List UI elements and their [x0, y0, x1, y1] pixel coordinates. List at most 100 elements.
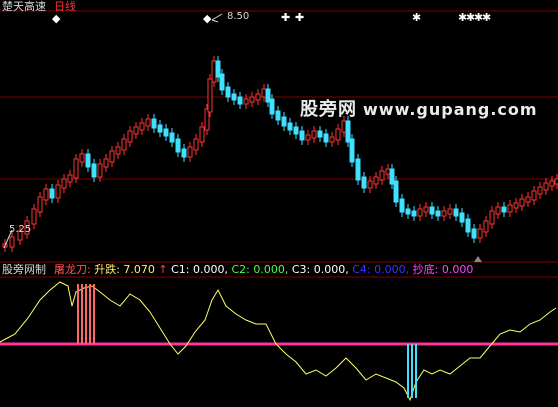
stock-name: 楚天高速: [2, 0, 46, 13]
candle-body: [441, 210, 447, 217]
candle-body: [121, 138, 127, 151]
asterisk-marker-icon: ✱: [482, 11, 492, 24]
candle-body: [477, 228, 483, 239]
candle-body: [379, 170, 385, 181]
candle-body: [249, 96, 255, 103]
candle-body: [127, 130, 133, 143]
candle-body: [237, 96, 243, 105]
candle-body: [193, 138, 199, 151]
candle-body: [287, 122, 293, 131]
candle-body: [519, 198, 525, 207]
candle-body: [215, 60, 221, 78]
candle-body: [367, 180, 373, 189]
indicator-item: ↑: [158, 263, 172, 276]
candle-body: [393, 180, 399, 203]
cross-marker-icon: ✚: [281, 11, 291, 24]
high-pointer-icon: [211, 13, 223, 23]
candle-body: [399, 198, 405, 213]
candle-body: [459, 212, 465, 223]
candle-body: [507, 204, 513, 213]
candle-body: [199, 126, 205, 143]
candle-body: [355, 158, 361, 181]
kline-chart[interactable]: [0, 0, 558, 262]
candle-body: [109, 150, 115, 163]
candle-body: [435, 210, 441, 217]
candle-body: [151, 118, 157, 129]
candle-body: [495, 206, 501, 215]
candle-body: [43, 188, 49, 201]
candle-body: [73, 158, 79, 179]
candle-body: [417, 208, 423, 217]
indicator-item: C1: 0.000,: [171, 263, 232, 276]
kline-panel[interactable]: 楚天高速 日线 8.50 5.25 ◆ ◆ ✚ ✚ ✱ ✱ ✱ ✱ ✱: [0, 0, 558, 262]
candle-body: [9, 236, 15, 248]
candle-body: [361, 176, 367, 189]
high-price-label: 8.50: [227, 11, 250, 22]
indicator-title: 股旁网制: [2, 263, 46, 276]
candle-body: [349, 138, 355, 163]
candle-body: [211, 60, 217, 83]
candle-body: [91, 163, 97, 178]
candle-body: [299, 130, 305, 141]
candle-body: [537, 186, 543, 195]
oscillator-line: [0, 281, 557, 402]
indicator-item: C2: 0.000,: [231, 263, 292, 276]
candle-body: [115, 146, 121, 155]
candle-body: [345, 120, 351, 143]
candle-body: [61, 178, 67, 189]
candle-body: [231, 93, 237, 101]
low-price-label: 5.25: [9, 224, 32, 235]
indicator-item: 抄底: 0.000: [412, 263, 474, 276]
candle-body: [373, 176, 379, 185]
diamond-marker-icon: ◆: [52, 12, 61, 25]
candle-body: [293, 126, 299, 135]
stock-chart-window: 楚天高速 日线 8.50 5.25 ◆ ◆ ✚ ✚ ✱ ✱ ✱ ✱ ✱ 股旁网制…: [0, 0, 558, 407]
candle-body: [255, 93, 261, 101]
candle-body: [305, 134, 311, 141]
indicator-item: C4: 0.000,: [352, 263, 413, 276]
candle-body: [341, 120, 347, 133]
candle-body: [49, 188, 55, 199]
candle-body: [139, 122, 145, 131]
cross-marker-icon: ✚: [295, 11, 305, 24]
candle-body: [525, 196, 531, 203]
candle-body: [265, 88, 271, 103]
indicator-panel[interactable]: 股旁网制 屠龙刀: 升跌: 7.070 ↑ C1: 0.000, C2: 0.0…: [0, 262, 558, 407]
asterisk-marker-icon: ✱: [412, 11, 422, 24]
candle-body: [447, 208, 453, 215]
candle-body: [31, 208, 37, 225]
candle-body: [207, 78, 213, 113]
candle-body: [385, 168, 391, 175]
candle-body: [187, 146, 193, 158]
candle-body: [157, 124, 163, 133]
candle-body: [103, 158, 109, 168]
candle-body: [543, 182, 549, 191]
candle-body: [471, 228, 477, 239]
candle-body: [97, 163, 103, 178]
candle-body: [389, 168, 395, 185]
candle-body: [219, 73, 225, 91]
indicator-values: 屠龙刀: 升跌: 7.070 ↑ C1: 0.000, C2: 0.000, C…: [54, 263, 473, 276]
candle-body: [513, 202, 519, 209]
candle-body: [453, 208, 459, 217]
candle-body: [67, 174, 73, 183]
candle-body: [55, 184, 61, 199]
candle-body: [465, 218, 471, 233]
indicator-item: C3: 0.000,: [291, 263, 353, 276]
indicator-chart[interactable]: [0, 262, 558, 407]
candle-body: [163, 128, 169, 137]
candle-body: [133, 126, 139, 135]
candle-body: [145, 118, 151, 127]
candle-body: [405, 208, 411, 215]
candle-body: [79, 153, 85, 163]
candle-body: [275, 110, 281, 121]
candle-body: [483, 220, 489, 233]
candle-body: [281, 116, 287, 127]
diamond-marker-icon: ◆: [203, 12, 212, 25]
indicator-item: 升跌: 7.070: [94, 263, 159, 276]
candle-body: [169, 132, 175, 143]
candle-body: [329, 136, 335, 143]
indicator-item: 屠龙刀:: [54, 263, 95, 276]
candle-body: [549, 180, 555, 187]
candle-body: [243, 98, 249, 105]
